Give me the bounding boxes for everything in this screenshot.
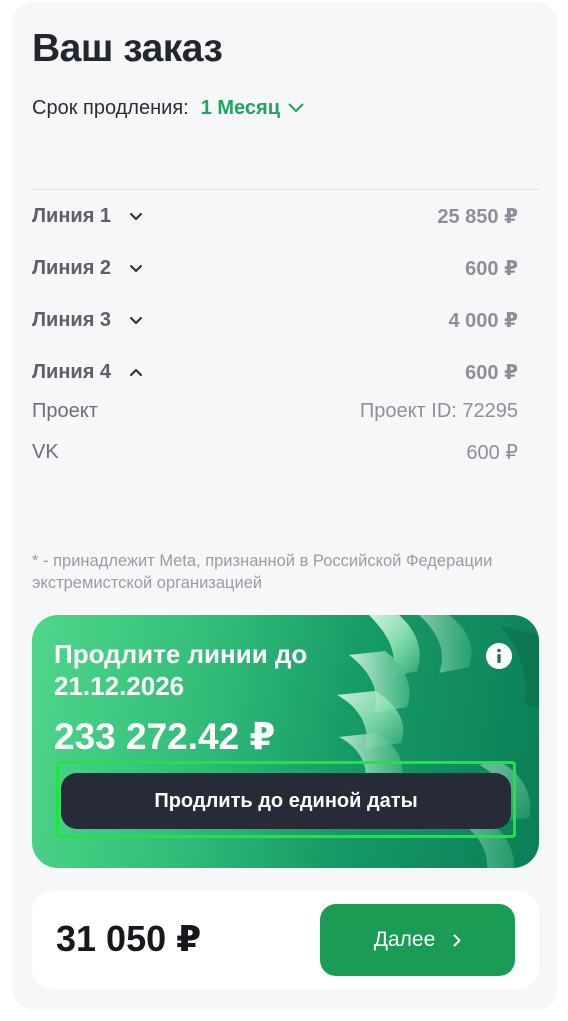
chevron-up-icon: [130, 368, 143, 376]
page-title: Ваш заказ: [32, 27, 223, 70]
chevron-down-icon: [130, 316, 143, 324]
line-label: Линия 1: [32, 204, 112, 227]
line-row-2: Линия 2 600 ₽: [32, 255, 518, 281]
next-button[interactable]: Далее: [320, 904, 515, 976]
line-price: 600 ₽: [465, 257, 518, 280]
line-row-4: Линия 4 600 ₽: [32, 359, 518, 385]
line-price: 25 850 ₽: [437, 205, 518, 228]
next-button-label: Далее: [373, 928, 436, 951]
period-label: Срок продления:: [32, 96, 189, 119]
divider: [32, 189, 539, 190]
line-row-1: Линия 1 25 850 ₽: [32, 203, 518, 229]
extend-to-single-date-button[interactable]: Продлить до единой даты: [56, 761, 516, 838]
extend-button-label: Продлить до единой даты: [61, 773, 511, 829]
line-row-3: Линия 3 4 000 ₽: [32, 307, 518, 333]
detail-label: Проект: [32, 399, 98, 422]
chevron-right-icon: [453, 934, 461, 946]
chevron-down-icon[interactable]: [288, 103, 304, 113]
line-price: 600 ₽: [465, 361, 518, 384]
line-label: Линия 4: [32, 360, 112, 383]
line-label: Линия 2: [32, 256, 112, 279]
promo-title: Продлите линии до 21.12.2026: [54, 639, 308, 701]
line-label: Линия 3: [32, 308, 112, 331]
line-toggle-1[interactable]: Линия 1: [32, 205, 143, 228]
detail-label: VK: [32, 440, 59, 463]
footnote: * - принадлежит Meta, признанной в Росси…: [32, 552, 493, 592]
total-card: 31 050 ₽ Далее: [32, 891, 539, 989]
total-amount: 31 050 ₽: [56, 918, 202, 959]
line-toggle-3[interactable]: Линия 3: [32, 309, 143, 332]
chevron-down-icon: [130, 212, 143, 220]
chevron-down-icon: [130, 264, 143, 272]
promo-amount: 233 272.42 ₽: [54, 716, 276, 757]
detail-value: 600 ₽: [466, 441, 518, 464]
period-selector: Срок продления: 1 Месяц: [32, 96, 304, 120]
line-price: 4 000 ₽: [448, 309, 518, 332]
info-icon[interactable]: [486, 643, 512, 669]
promo-card: Продлите линии до 21.12.2026 233 272.42 …: [32, 615, 539, 868]
line-toggle-2[interactable]: Линия 2: [32, 257, 143, 280]
period-dropdown[interactable]: 1 Месяц: [201, 97, 280, 120]
line-detail-row: Проект Проект ID: 72295: [32, 398, 518, 424]
detail-value: Проект ID: 72295: [359, 399, 518, 422]
line-detail-row: VK 600 ₽: [32, 439, 518, 465]
line-toggle-4[interactable]: Линия 4: [32, 361, 143, 384]
